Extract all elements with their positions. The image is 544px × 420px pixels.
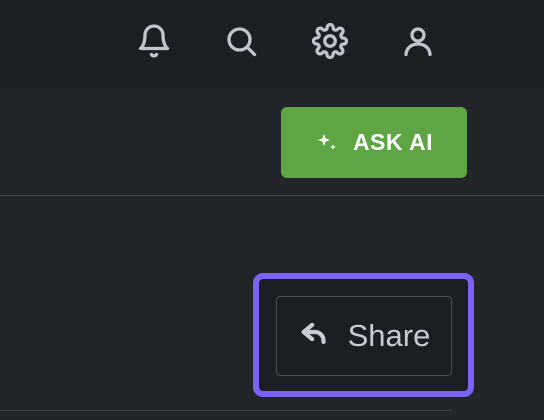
share-label: Share (347, 318, 431, 353)
share-back-arrow-icon (298, 315, 332, 357)
share-button[interactable]: Share (276, 296, 452, 376)
bell-icon[interactable] (134, 21, 174, 61)
sparkle-icon (315, 131, 339, 155)
user-icon[interactable] (398, 21, 438, 61)
divider-line (0, 410, 452, 411)
gear-icon[interactable] (310, 21, 350, 61)
top-bar (0, 0, 544, 88)
ask-ai-label: ASK AI (352, 129, 434, 155)
ask-ai-button[interactable]: ASK AI (281, 107, 467, 178)
search-icon[interactable] (221, 21, 261, 61)
